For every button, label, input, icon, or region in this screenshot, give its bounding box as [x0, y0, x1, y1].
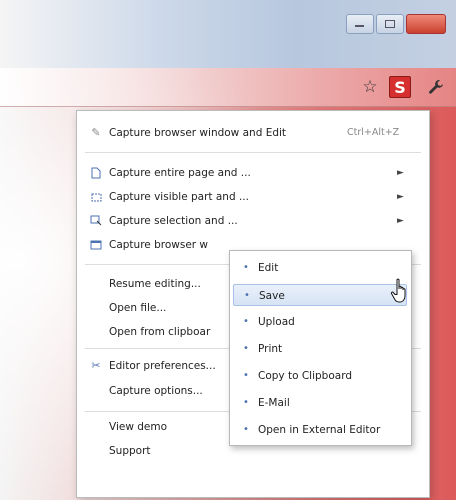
submenu-item-label: Copy to Clipboard: [258, 370, 353, 382]
menu-item-capture-visible-part[interactable]: Capture visible part and ... ►: [77, 187, 429, 207]
menu-item-label: Open file...: [109, 302, 167, 314]
submenu-arrow-icon: ►: [397, 216, 404, 226]
menu-item-label: Editor preferences...: [109, 360, 216, 372]
menu-item-label: Open from clipboar: [109, 326, 211, 338]
menu-item-capture-entire-page[interactable]: Capture entire page and ... ►: [77, 163, 429, 183]
submenu-item-label: E-Mail: [258, 397, 290, 409]
submenu-item-label: Print: [258, 343, 283, 355]
menu-item-capture-selection[interactable]: Capture selection and ... ►: [77, 211, 429, 231]
visible-part-icon: [89, 187, 103, 207]
close-button[interactable]: [406, 14, 446, 34]
browser-toolbar: [0, 68, 456, 107]
menu-item-label: Support: [109, 445, 151, 457]
menu-item-capture-window-edit[interactable]: ✎ Capture browser window and Edit Ctrl+A…: [77, 123, 429, 143]
submenu-arrow-icon: ►: [397, 168, 404, 178]
maximize-button[interactable]: [376, 14, 404, 34]
submenu-item-upload[interactable]: • Upload: [233, 311, 407, 333]
submenu-item-edit[interactable]: • Edit: [233, 257, 407, 279]
bullet-icon: •: [244, 290, 250, 301]
bookmark-star-icon[interactable]: ☆: [361, 76, 379, 98]
submenu-item-label: Open in External Editor: [258, 424, 381, 436]
bullet-icon: •: [243, 370, 249, 381]
submenu-arrow-icon: ►: [397, 192, 404, 202]
menu-item-label: Capture selection and ...: [109, 215, 238, 227]
bullet-icon: •: [243, 397, 249, 408]
menu-separator: [85, 152, 421, 153]
menu-item-label: Capture browser w: [109, 239, 209, 251]
selection-icon: [89, 211, 103, 231]
minimize-button[interactable]: [346, 14, 374, 34]
bullet-icon: •: [243, 343, 249, 354]
menu-item-label: Capture options...: [109, 385, 203, 397]
menu-item-label: Resume editing...: [109, 278, 201, 290]
submenu-item-label: Edit: [258, 262, 279, 274]
submenu-item-email[interactable]: • E-Mail: [233, 392, 407, 414]
menu-item-label: Capture entire page and ...: [109, 167, 251, 179]
window-icon: [89, 235, 103, 255]
menu-item-label: View demo: [109, 421, 168, 433]
browser-title-bar: [0, 0, 456, 68]
menu-item-label: Capture visible part and ...: [109, 191, 249, 203]
pen-icon: ✎: [91, 126, 101, 139]
screenshot-extension-button[interactable]: S: [389, 76, 411, 98]
menu-shortcut: Ctrl+Alt+Z: [347, 127, 400, 138]
window-controls: [346, 14, 446, 34]
hand-cursor-icon: [390, 278, 412, 304]
submenu-item-open-external-editor[interactable]: • Open in External Editor: [233, 419, 407, 441]
capture-window-submenu: • Edit • Save • Upload • Print • Copy to…: [229, 250, 412, 446]
bullet-icon: •: [243, 262, 249, 273]
preferences-icon: ✂: [91, 359, 101, 372]
submenu-item-copy-to-clipboard[interactable]: • Copy to Clipboard: [233, 365, 407, 387]
submenu-item-save[interactable]: • Save: [233, 284, 407, 306]
bullet-icon: •: [243, 316, 249, 327]
wrench-icon[interactable]: [426, 76, 446, 98]
page-icon: [89, 163, 103, 183]
bullet-icon: •: [243, 424, 249, 435]
submenu-item-print[interactable]: • Print: [233, 338, 407, 360]
submenu-item-label: Save: [259, 290, 285, 302]
submenu-item-label: Upload: [258, 316, 295, 328]
menu-item-label: Capture browser window and Edit: [109, 127, 287, 139]
